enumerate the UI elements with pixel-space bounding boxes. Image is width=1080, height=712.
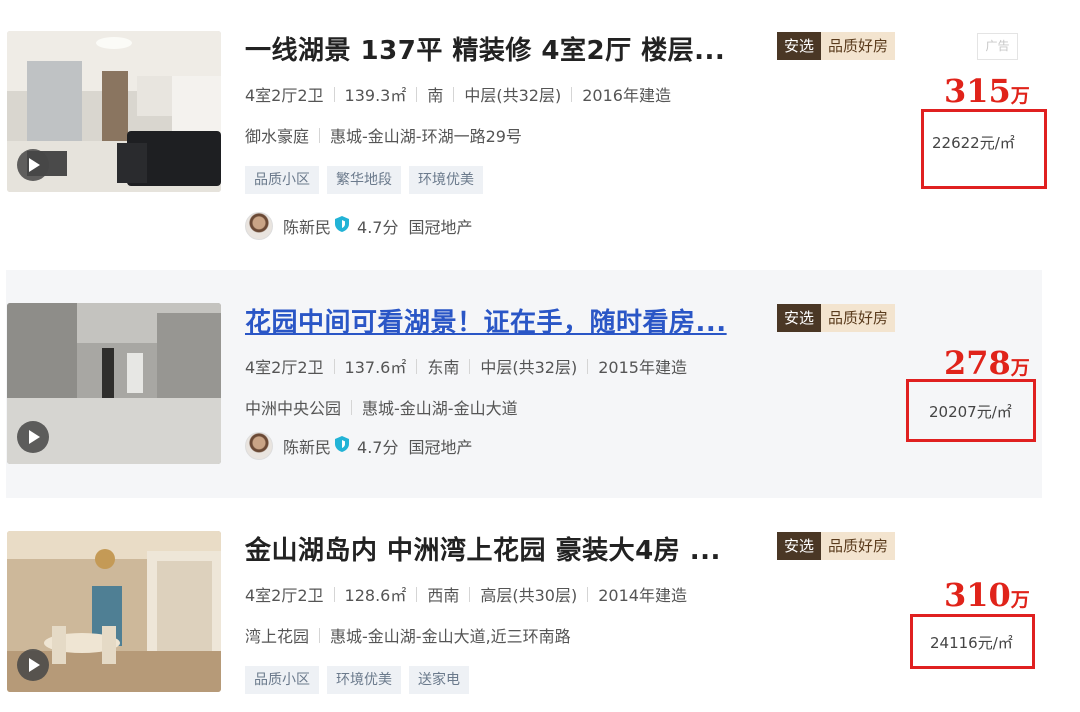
house-info: 4室2厅2卫 128.6㎡ 西南 高层(共30层) 2014年建造 (245, 582, 687, 606)
listing-photo[interactable] (7, 31, 221, 192)
feature-tag: 品质小区 (245, 666, 319, 694)
ad-label: 广告 (977, 33, 1018, 60)
agent-name[interactable]: 陈新民 (283, 434, 331, 458)
unit-price-box: 22622元/㎡ (921, 109, 1047, 189)
agent-score: 4.7分 (357, 438, 399, 457)
floor: 高层(共30层) (480, 586, 578, 605)
listing-photo[interactable] (7, 303, 221, 464)
quality-tag: 品质好房 (821, 532, 896, 560)
play-video-icon[interactable] (17, 649, 49, 681)
unit-price-box: 20207元/㎡ (906, 379, 1036, 442)
direction: 东南 (427, 358, 460, 377)
direction: 西南 (427, 586, 460, 605)
layout: 4室2厅2卫 (245, 586, 324, 605)
address: 御水豪庭 惠城-金山湖-环湖一路29号 (245, 123, 522, 147)
listing-card-2[interactable]: 花园中间可看湖景！证在手，随时看房... 安选 品质好房 4室2厅2卫 137.… (0, 270, 1080, 498)
play-video-icon[interactable] (17, 421, 49, 453)
agent-name[interactable]: 陈新民 (283, 214, 331, 238)
feature-tags: 品质小区 环境优美 送家电 (245, 666, 469, 694)
total-price: 310万 (944, 576, 1030, 614)
build-year: 2014年建造 (598, 586, 687, 605)
listing-card-1[interactable]: 一线湖景 137平 精装修 4室2厅 楼层... 安选 品质好房 广告 4室2厅… (0, 14, 1080, 264)
layout: 4室2厅2卫 (245, 358, 324, 377)
house-info: 4室2厅2卫 139.3㎡ 南 中层(共32层) 2016年建造 (245, 82, 671, 106)
listing-photo[interactable] (7, 531, 221, 692)
anxuan-tag: 安选 (777, 304, 822, 332)
avatar[interactable] (245, 432, 273, 460)
address: 湾上花园 惠城-金山湖-金山大道,近三环南路 (245, 623, 571, 647)
verified-shield-icon (335, 436, 350, 456)
build-year: 2016年建造 (582, 86, 671, 105)
feature-tag: 环境优美 (409, 166, 483, 194)
feature-tag: 繁华地段 (327, 166, 401, 194)
agency-name: 国冠地产 (408, 218, 473, 237)
area: 137.6㎡ (344, 358, 407, 377)
location: 惠城-金山湖-环湖一路29号 (330, 127, 522, 146)
play-video-icon[interactable] (17, 149, 49, 181)
anxuan-tag: 安选 (777, 32, 822, 60)
quality-badge: 安选 品质好房 (777, 532, 896, 560)
agent-info[interactable]: 陈新民 4.7分 国冠地产 (245, 212, 472, 240)
quality-tag: 品质好房 (821, 32, 896, 60)
avatar[interactable] (245, 212, 273, 240)
anxuan-tag: 安选 (777, 532, 822, 560)
agent-score: 4.7分 (357, 218, 399, 237)
listing-title[interactable]: 金山湖岛内 中洲湾上花园 豪装大4房 ... (245, 530, 765, 567)
community-link[interactable]: 御水豪庭 (245, 123, 309, 147)
agency-name: 国冠地产 (408, 438, 473, 457)
unit-price-box: 24116元/㎡ (910, 614, 1035, 669)
feature-tag: 品质小区 (245, 166, 319, 194)
total-price: 278万 (944, 344, 1030, 382)
community-link[interactable]: 中洲中央公园 (245, 395, 341, 419)
floor: 中层(共32层) (480, 358, 578, 377)
location: 惠城-金山湖-金山大道,近三环南路 (330, 627, 571, 646)
address: 中洲中央公园 惠城-金山湖-金山大道 (245, 395, 518, 419)
feature-tags: 品质小区 繁华地段 环境优美 (245, 166, 483, 194)
quality-tag: 品质好房 (821, 304, 896, 332)
listing-card-3[interactable]: 金山湖岛内 中洲湾上花园 豪装大4房 ... 安选 品质好房 4室2厅2卫 12… (0, 514, 1080, 712)
house-info: 4室2厅2卫 137.6㎡ 东南 中层(共32层) 2015年建造 (245, 354, 687, 378)
unit-price: 20207元/㎡ (929, 403, 1012, 421)
total-price: 315万 (944, 72, 1030, 110)
area: 139.3㎡ (344, 86, 407, 105)
quality-badge: 安选 品质好房 (777, 32, 896, 60)
location: 惠城-金山湖-金山大道 (362, 399, 518, 418)
layout: 4室2厅2卫 (245, 86, 324, 105)
unit-price: 22622元/㎡ (932, 134, 1015, 152)
listing-title[interactable]: 一线湖景 137平 精装修 4室2厅 楼层... (245, 30, 765, 67)
area: 128.6㎡ (344, 586, 407, 605)
listing-title-link[interactable]: 花园中间可看湖景！证在手，随时看房... (245, 302, 760, 339)
unit-price: 24116元/㎡ (930, 634, 1013, 652)
direction: 南 (427, 86, 444, 105)
quality-badge: 安选 品质好房 (777, 304, 896, 332)
feature-tag: 环境优美 (327, 666, 401, 694)
build-year: 2015年建造 (598, 358, 687, 377)
floor: 中层(共32层) (464, 86, 562, 105)
feature-tag: 送家电 (409, 666, 469, 694)
agent-info[interactable]: 陈新民 4.7分 国冠地产 (245, 432, 472, 460)
community-link[interactable]: 湾上花园 (245, 623, 309, 647)
verified-shield-icon (335, 216, 350, 236)
